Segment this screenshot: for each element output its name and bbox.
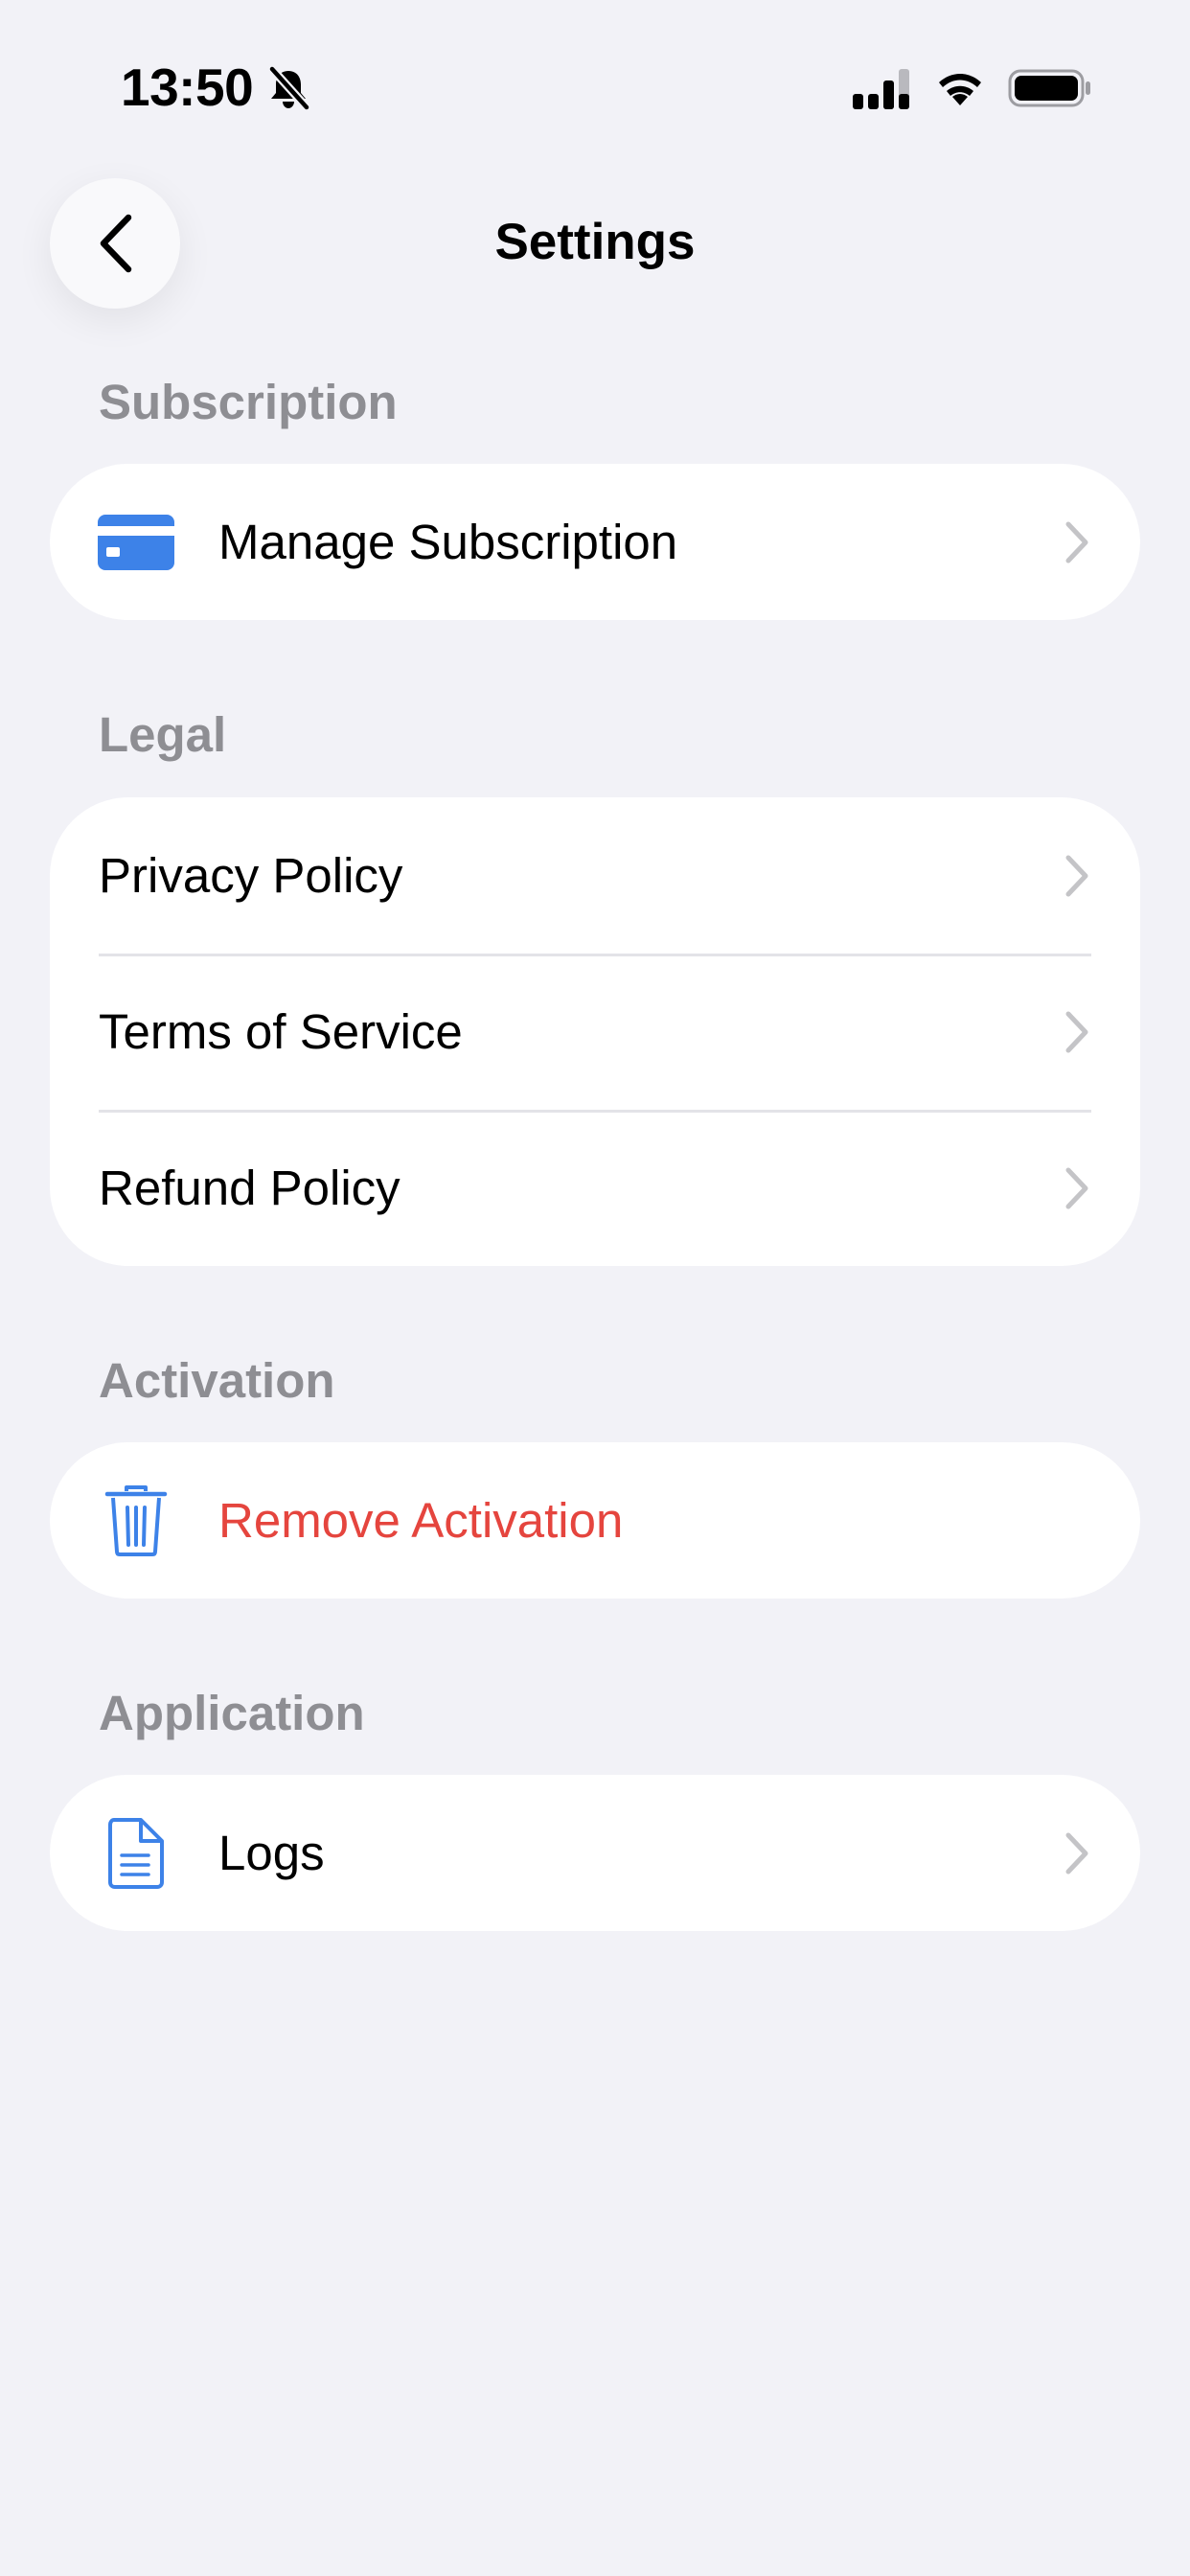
terms-of-service-row[interactable]: Terms of Service xyxy=(50,954,1140,1110)
refund-policy-row[interactable]: Refund Policy xyxy=(50,1110,1140,1266)
terms-of-service-label: Terms of Service xyxy=(99,1003,463,1059)
battery-icon xyxy=(1008,69,1090,107)
page-title: Settings xyxy=(494,214,696,270)
document-icon xyxy=(96,1813,176,1894)
status-time: 13:50 xyxy=(121,58,254,117)
chevron-right-icon xyxy=(1065,855,1088,896)
remove-activation-label: Remove Activation xyxy=(218,1492,624,1548)
cellular-signal-icon xyxy=(853,69,909,109)
chevron-right-icon xyxy=(1065,1011,1088,1052)
section-header-activation: Activation xyxy=(99,1353,335,1408)
logs-row[interactable]: Logs xyxy=(50,1775,1140,1931)
remove-activation-row[interactable]: Remove Activation xyxy=(50,1442,1140,1598)
application-card: Logs xyxy=(50,1775,1140,1931)
chevron-right-icon xyxy=(1065,1832,1088,1874)
status-bar: 13:50 xyxy=(0,0,1190,172)
bell-slash-icon xyxy=(267,65,310,111)
privacy-policy-label: Privacy Policy xyxy=(99,847,403,903)
privacy-policy-row[interactable]: Privacy Policy xyxy=(50,797,1140,954)
chevron-right-icon xyxy=(1065,1167,1088,1208)
chevron-right-icon xyxy=(1065,521,1088,563)
subscription-card: Manage Subscription xyxy=(50,464,1140,620)
section-header-application: Application xyxy=(99,1686,365,1740)
wifi-icon xyxy=(939,74,981,105)
section-header-subscription: Subscription xyxy=(99,375,398,429)
activation-card: Remove Activation xyxy=(50,1442,1140,1598)
refund-policy-label: Refund Policy xyxy=(99,1160,400,1215)
legal-card: Privacy Policy Terms of Service Refund P… xyxy=(50,797,1140,1266)
manage-subscription-row[interactable]: Manage Subscription xyxy=(50,464,1140,620)
section-header-legal: Legal xyxy=(99,707,227,762)
trash-icon xyxy=(96,1481,176,1561)
manage-subscription-label: Manage Subscription xyxy=(218,514,678,569)
credit-card-icon xyxy=(96,502,176,583)
logs-label: Logs xyxy=(218,1825,325,1880)
